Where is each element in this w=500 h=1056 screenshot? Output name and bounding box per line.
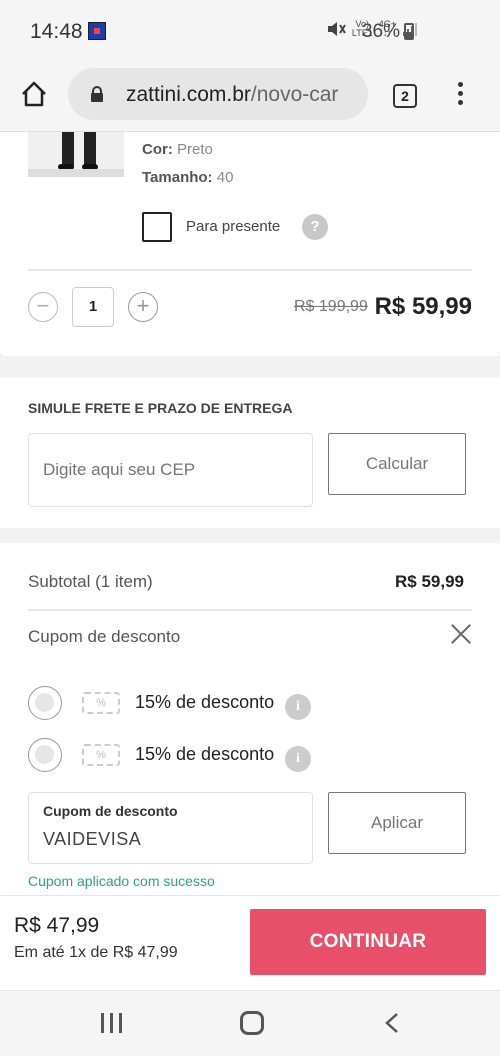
quantity-field[interactable]: 1 [72, 287, 114, 327]
ticket-icon: % [82, 744, 120, 766]
battery-icon [404, 23, 414, 40]
order-summary: Subtotal (1 item) R$ 59,99 Cupom de desc… [0, 543, 500, 895]
apply-coupon-button[interactable]: Aplicar [328, 792, 466, 854]
product-size: Tamanho: 40 [142, 169, 234, 186]
tab-switcher-button[interactable]: 2 [393, 84, 417, 108]
coupon-radio[interactable] [28, 738, 62, 772]
checkout-bar: R$ 47,99 Em até 1x de R$ 47,99 CONTINUAR [0, 895, 500, 990]
shipping-simulator: SIMULE FRETE E PRAZO DE ENTREGA Calcular [0, 378, 500, 528]
calculate-button[interactable]: Calcular [328, 433, 466, 495]
android-navigation-bar [0, 990, 500, 1056]
subtotal-label: Subtotal (1 item) [28, 572, 153, 591]
coupon-code-label: Cupom de desconto [43, 803, 178, 819]
divider [28, 609, 472, 611]
shipping-title: SIMULE FRETE E PRAZO DE ENTREGA [28, 400, 293, 416]
original-price: R$ 199,99 [294, 298, 368, 315]
subtotal-value: R$ 59,99 [395, 572, 464, 591]
product-image[interactable] [28, 132, 124, 177]
coupon-section-title: Cupom de desconto [28, 627, 181, 646]
ticket-icon: % [82, 692, 120, 714]
status-time: 14:48 [30, 20, 83, 43]
url-path: /novo-car [250, 83, 339, 106]
divider [28, 269, 472, 271]
help-icon[interactable]: ? [302, 214, 328, 240]
total-price: R$ 47,99 [14, 914, 100, 937]
coupon-success-message: Cupom aplicado com sucesso [28, 873, 215, 889]
gift-checkbox[interactable] [142, 212, 172, 242]
product-card: Cor: Preto Tamanho: 40 Para presente ? −… [0, 132, 500, 356]
url-text: zattini.com.br/novo-car [126, 83, 338, 107]
address-bar[interactable]: zattini.com.br/novo-car [68, 68, 368, 120]
installments-text: Em até 1x de R$ 47,99 [14, 944, 178, 961]
coupon-code-field[interactable]: Cupom de desconto VAIDEVISA [28, 792, 313, 864]
coupon-radio[interactable] [28, 686, 62, 720]
browser-toolbar: zattini.com.br/novo-car 2 [0, 62, 500, 132]
coupon-option-label: 15% de desconto [135, 744, 275, 764]
notification-icon [88, 22, 106, 40]
url-domain: zattini.com.br [126, 83, 251, 106]
info-icon[interactable]: i [285, 694, 311, 720]
gift-label: Para presente [186, 218, 281, 235]
close-icon[interactable] [450, 623, 472, 645]
quantity-decrease-button[interactable]: − [28, 292, 58, 322]
lock-icon [91, 86, 103, 102]
info-icon[interactable]: i [285, 746, 311, 772]
sale-price: R$ 59,99 [374, 293, 472, 320]
cep-input[interactable] [28, 433, 313, 507]
battery-percent: 36% [361, 21, 400, 42]
quantity-increase-button[interactable]: + [128, 292, 158, 322]
home-button-icon[interactable] [240, 1011, 264, 1035]
coupon-code-value: VAIDEVISA [43, 829, 142, 849]
coupon-option-label: 15% de desconto [135, 692, 275, 712]
product-color: Cor: Preto [142, 141, 213, 158]
mute-icon [327, 22, 346, 36]
home-icon[interactable] [20, 80, 48, 108]
recent-apps-icon[interactable] [101, 1013, 123, 1033]
overflow-menu-icon[interactable] [455, 82, 465, 110]
status-bar: 14:48 Vo) LTE1 4G+ ↓↑ 36% [0, 0, 500, 62]
continue-button[interactable]: CONTINUAR [250, 909, 486, 975]
back-icon[interactable] [384, 1013, 400, 1033]
